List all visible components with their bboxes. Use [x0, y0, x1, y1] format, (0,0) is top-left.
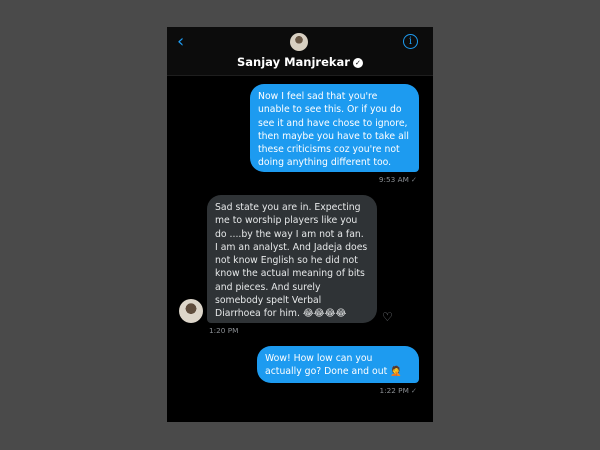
timestamp-text: 1:22 PM: [379, 386, 409, 395]
message-timestamp: 9:53 AM ✓: [379, 175, 417, 184]
sent-check-icon: ✓: [410, 175, 417, 184]
message-bubble-incoming[interactable]: Sad state you are in. Expecting me to wo…: [207, 195, 377, 323]
verified-badge-icon: ✓: [352, 58, 363, 68]
dm-conversation-window: ‹ i Sanjay Manjrekar ✓ Now I feel sad tha…: [167, 27, 433, 422]
contact-name[interactable]: Sanjay Manjrekar ✓: [167, 55, 433, 69]
timestamp-text: 9:53 AM: [378, 175, 409, 184]
message-timestamp: 1:22 PM ✓: [379, 386, 417, 395]
message-bubble-outgoing[interactable]: Wow! How low can you actually go? Done a…: [257, 346, 419, 383]
back-chevron-icon[interactable]: ‹: [177, 33, 184, 51]
info-icon[interactable]: i: [403, 34, 418, 49]
sender-avatar[interactable]: [179, 299, 203, 323]
message-bubble-outgoing[interactable]: Now I feel sad that you're unable to see…: [250, 84, 419, 172]
heart-plus-react-icon[interactable]: ♡: [382, 310, 393, 324]
conversation-header: ‹ i Sanjay Manjrekar ✓: [167, 27, 433, 76]
sent-check-icon: ✓: [410, 386, 417, 395]
message-timestamp: 1:20 PM: [209, 326, 239, 335]
contact-avatar[interactable]: [290, 33, 308, 51]
contact-name-text: Sanjay Manjrekar: [237, 55, 350, 69]
